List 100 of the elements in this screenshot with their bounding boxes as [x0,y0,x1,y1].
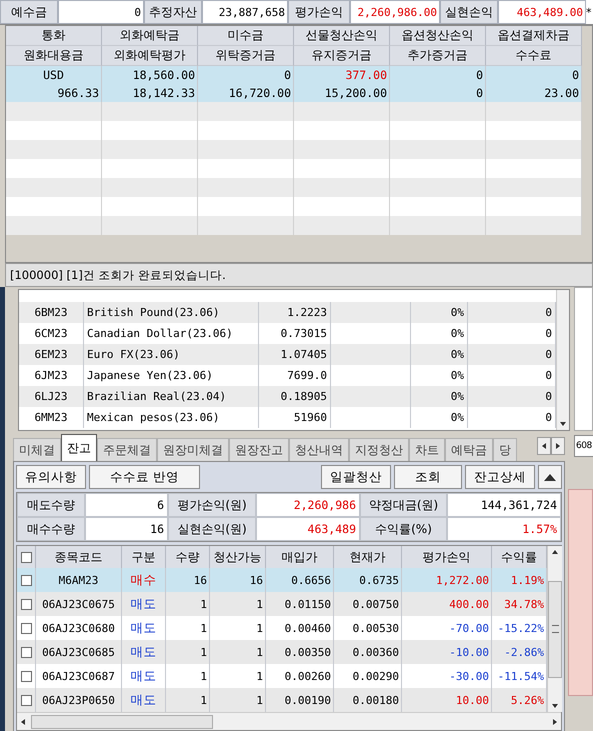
table-cell: Brazilian Real(23.04) [84,386,259,407]
field-label: 매도수량 [17,493,85,517]
table-cell: 0% [411,302,468,323]
table-cell: 18,142.33 [102,84,198,102]
horizontal-scrollbar[interactable] [17,712,561,730]
column-header: 외화예탁금 [102,26,198,46]
vertical-scrollbar[interactable] [556,290,569,430]
table-cell: 6LJ23 [19,386,84,407]
row-checkbox[interactable] [20,670,32,682]
collapse-button[interactable] [538,465,562,489]
table-cell: 매도 [122,592,166,616]
column-header: 옵션결제차금 [486,26,582,46]
toolbar-button[interactable]: 유의사항 [16,465,86,489]
table-cell: 400.00 [402,592,492,616]
table-cell: 1 [210,640,266,664]
tab[interactable]: 잔고 [61,434,97,461]
table-cell: 0 [486,66,582,84]
table-cell: 1 [166,592,210,616]
table-cell: 0.01150 [266,592,334,616]
tab[interactable]: 당 [493,438,517,461]
field-label: 수익률(%) [360,517,447,541]
field-value: 6 [85,493,168,517]
table-cell: 매도 [122,640,166,664]
field-value: 16 [85,517,168,541]
column-header: 통화 [6,26,102,46]
field-value: 23,887,658 [202,0,288,24]
scroll-right-button[interactable] [551,437,565,455]
tab[interactable]: 미체결 [13,438,61,461]
table-cell: 377.00 [294,66,390,84]
table-cell: 1 [166,640,210,664]
table-cell: British Pound(23.06) [84,302,259,323]
table-cell: 6MM23 [19,407,84,428]
table-cell: 0% [411,386,468,407]
row-checkbox[interactable] [20,598,32,610]
tab[interactable]: 청산내역 [289,438,349,461]
row-checkbox[interactable] [20,574,32,586]
column-header: 미수금 [198,26,294,46]
table-cell: Euro FX(23.06) [84,344,259,365]
field-value: 1.57% [447,517,561,541]
table-cell: 0% [411,344,468,365]
row-checkbox[interactable] [20,694,32,706]
field-value: 0 [58,0,144,24]
column-header: 선물청산손익 [294,26,390,46]
field-label: 약정대금(원) [360,493,447,517]
table-cell: 0.00360 [334,640,402,664]
toolbar-button[interactable]: 일괄청산 [321,465,391,489]
input-field[interactable]: 608 [574,435,593,457]
field-value: 463,489.00 [498,0,586,24]
field-label: 예수금 [0,0,58,24]
field-value: 144,361,724 [447,493,561,517]
table-cell: 0 [198,66,294,84]
table-cell: 06AJ23C0675 [36,592,122,616]
field-label: 추정자산 [144,0,202,24]
toolbar-button[interactable]: 잔고상세 [465,465,535,489]
table-cell: -10.00 [402,640,492,664]
table-cell: USD [6,66,102,84]
table-cell: 6BM23 [19,302,84,323]
field-value: 2,260,986 [256,493,360,517]
column-header: 옵션청산손익 [390,26,486,46]
table-cell: 18,560.00 [102,66,198,84]
field-label: 실현손익 [440,0,498,24]
column-header: 유지증거금 [294,46,390,66]
table-cell: Mexican pesos(23.06) [84,407,259,428]
column-header: 추가증거금 [390,46,486,66]
table-cell: 15,200.00 [294,84,390,102]
table-cell: 06AJ23C0685 [36,640,122,664]
scroll-left-button[interactable] [537,437,551,455]
row-checkbox[interactable] [20,622,32,634]
table-cell: 966.33 [6,84,102,102]
column-header: 수수료 [486,46,582,66]
table-cell: 23.00 [486,84,582,102]
table-cell: 0% [411,407,468,428]
tab[interactable]: 지정청산 [349,438,409,461]
field-label: 매수수량 [17,517,85,541]
field-label: 평가손익(원) [168,493,256,517]
toolbar-button[interactable]: 수수료 반영 [89,465,200,489]
tab[interactable]: 주문체결 [97,438,157,461]
column-header: 원화대용금 [6,46,102,66]
table-cell: 0 [390,66,486,84]
table-cell: 1 [210,592,266,616]
table-cell: 6EM23 [19,344,84,365]
field-value: 463,489 [256,517,360,541]
row-checkbox[interactable] [20,646,32,658]
tab[interactable]: 차트 [409,438,445,461]
toolbar-button[interactable]: 조회 [394,465,462,489]
table-cell: 16,720.00 [198,84,294,102]
vertical-scrollbar[interactable] [547,546,562,712]
table-cell: 0 [390,84,486,102]
tab[interactable]: 예탁금 [445,438,493,461]
tab[interactable]: 원장잔고 [229,438,289,461]
field-value: 2,260,986.00 [350,0,440,24]
column-header: 외화예탁평가 [102,46,198,66]
tab[interactable]: 원장미체결 [157,438,229,461]
table-cell: 0.00350 [266,640,334,664]
column-header: 위탁증거금 [198,46,294,66]
field-label: 평가손익 [288,0,350,24]
overflow-mark: * [586,4,592,20]
status-message: [100000] [1]건 조회가 완료되었습니다. [5,263,593,287]
table-cell: 0.00750 [334,592,402,616]
select-all-checkbox[interactable] [20,552,32,562]
